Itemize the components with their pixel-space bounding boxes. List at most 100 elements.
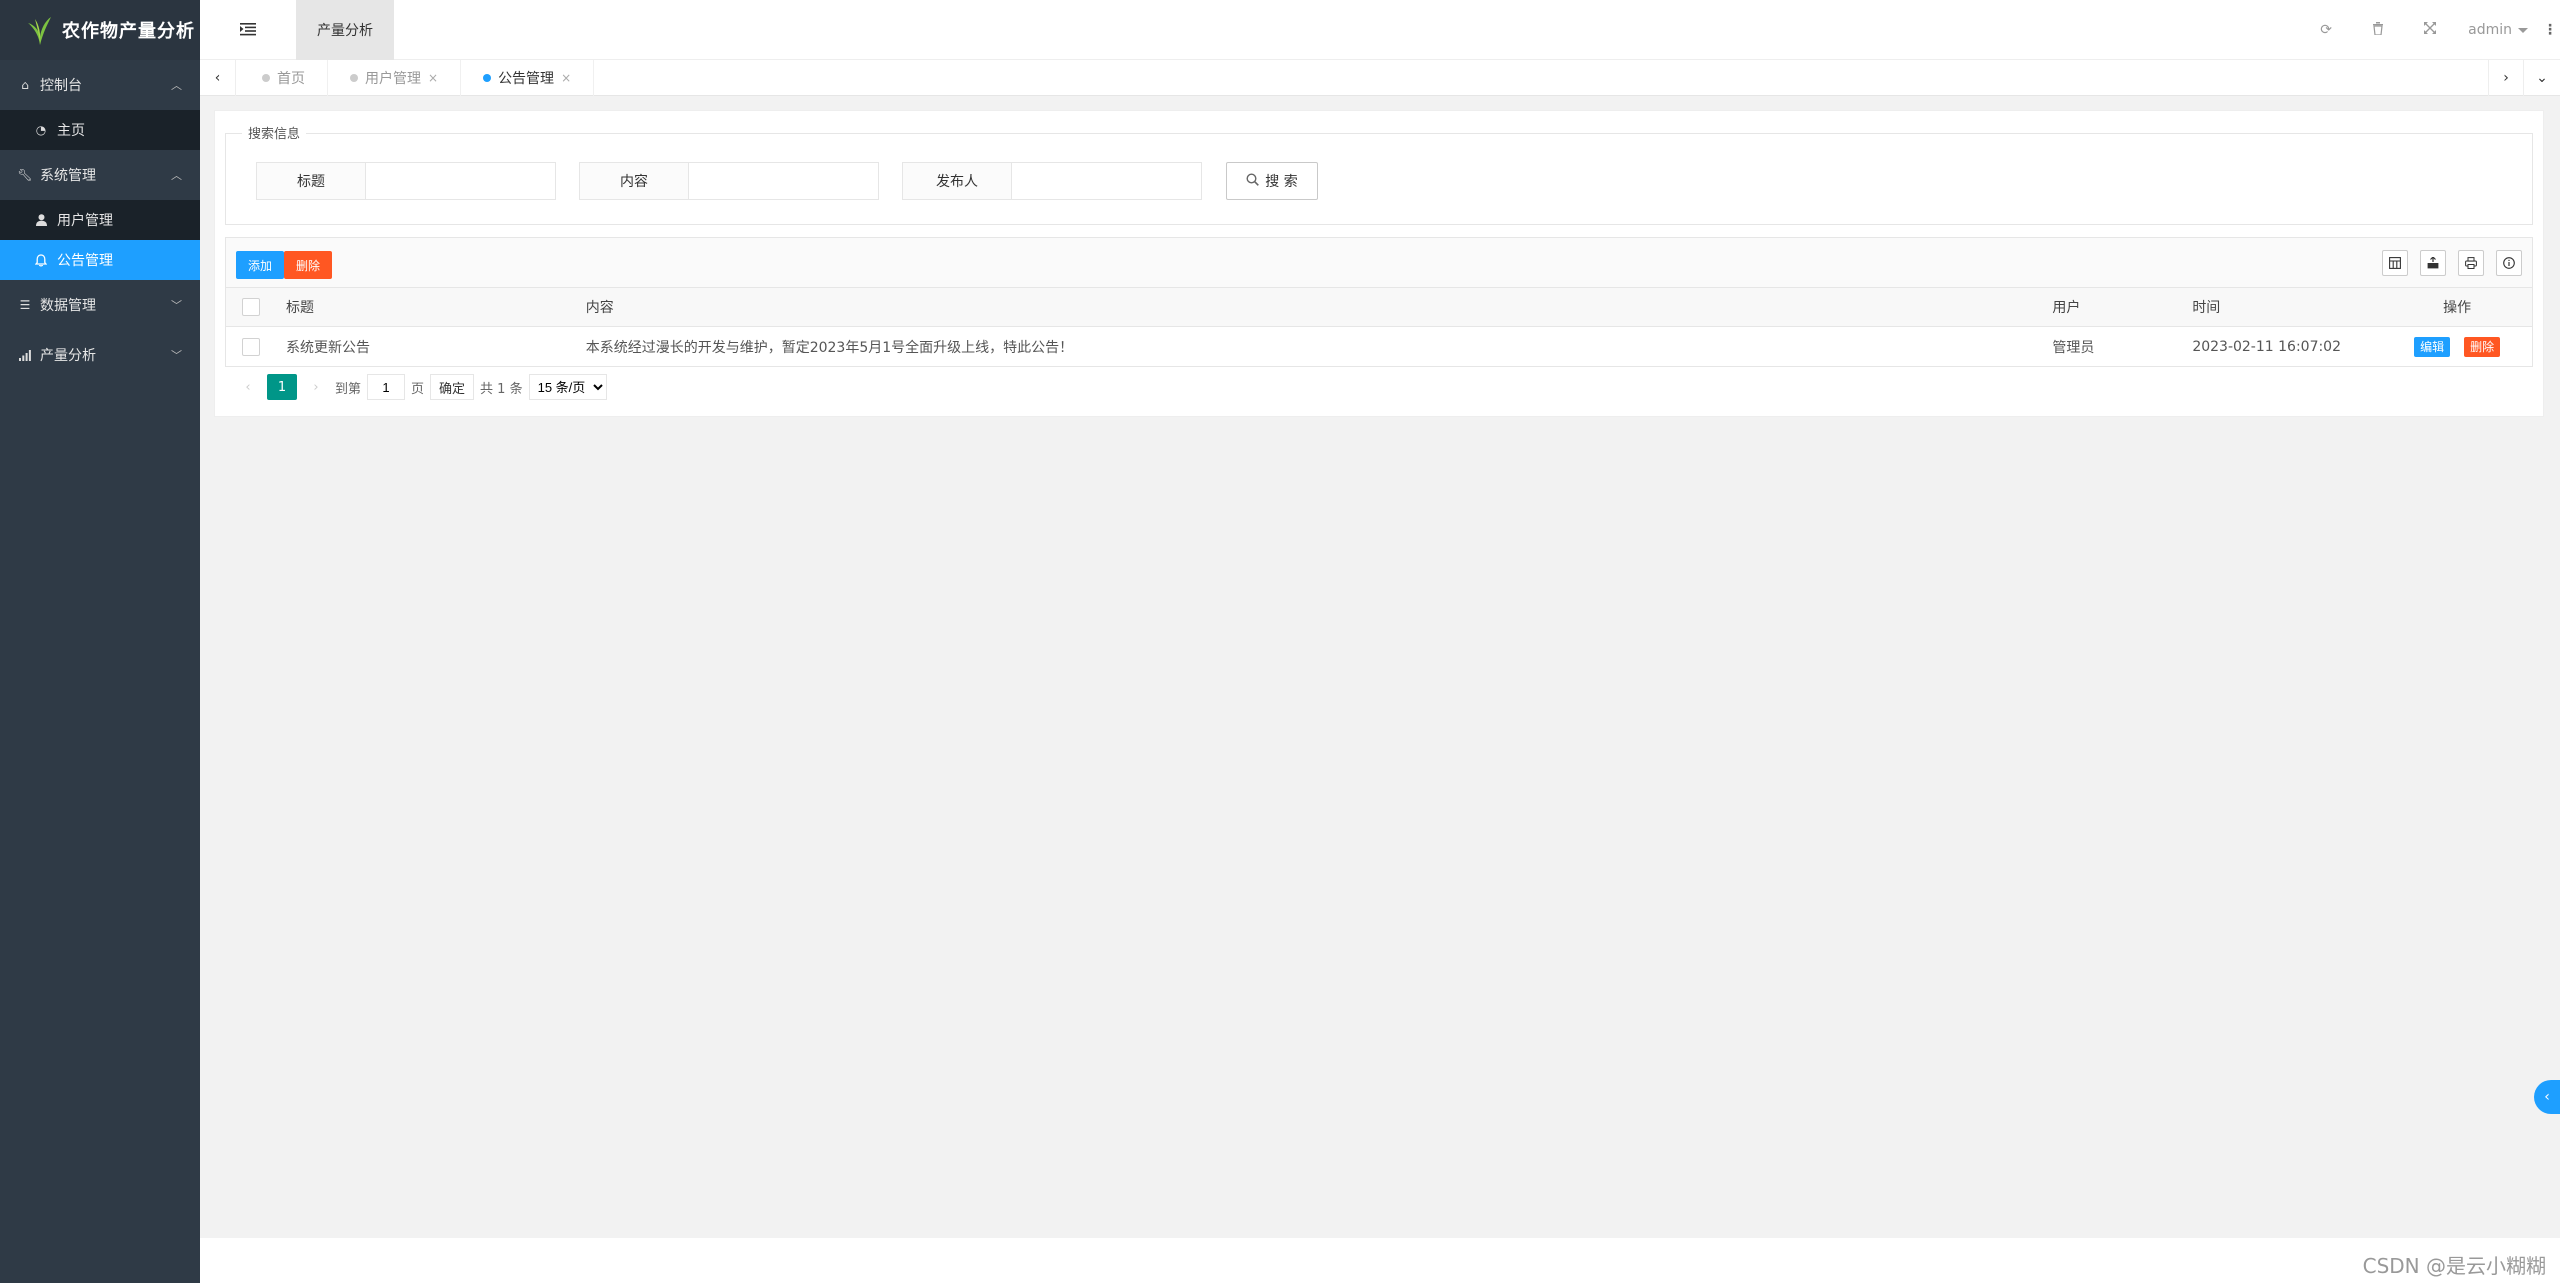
sidebar-group-console[interactable]: ⌂ 控制台 ︿ [0, 60, 200, 110]
cell-content: 本系统经过漫长的开发与维护，暂定2023年5月1号全面升级上线，特此公告！ [585, 339, 1074, 356]
tab-dot [350, 74, 358, 82]
goto-page-input[interactable] [367, 374, 406, 400]
search-field-title: 标题 [256, 162, 556, 200]
tab-home[interactable]: 首页 [240, 60, 328, 96]
page-size-select[interactable]: 15 条/页 [528, 374, 607, 400]
search-label: 标题 [256, 162, 366, 200]
sidebar-item-home[interactable]: ◔ 主页 [0, 110, 200, 150]
tab-label: 首页 [277, 71, 305, 87]
goto-confirm-button[interactable]: 确定 [430, 374, 475, 400]
bell-icon [34, 253, 48, 267]
logo[interactable]: 农作物产量分析 [0, 0, 200, 60]
bar-chart-icon [18, 348, 32, 362]
select-all-checkbox[interactable] [241, 298, 260, 316]
tab-dot [262, 74, 270, 82]
module-tab-analysis[interactable]: 产量分析 [296, 0, 394, 60]
prev-page-icon[interactable]: ‹ [235, 380, 261, 395]
chevron-up-icon: ︿ [171, 79, 182, 92]
tab-dot [483, 74, 492, 82]
chevron-down-icon: ﹀ [171, 299, 182, 312]
notices-table: 标题 内容 用户 时间 操作 系统更新公告 本系统经过漫长的开发与维护，暂定20… [225, 287, 2533, 367]
tabs-menu-chevron-down-icon[interactable]: ⌄ [2524, 60, 2560, 96]
trash-icon[interactable] [2352, 21, 2404, 39]
search-icon [1246, 172, 1260, 190]
sidebar-group-label: 产量分析 [40, 348, 96, 364]
cell-user: 管理员 [2052, 339, 2095, 356]
total-count: 共 1 条 [480, 381, 523, 397]
home-icon: ⌂ [21, 78, 29, 92]
tabs-scroll-left-icon[interactable]: ‹ [200, 60, 236, 96]
table-header-row: 标题 内容 用户 时间 操作 [226, 288, 2532, 327]
watermark: CSDN @是云小糊糊 [2362, 1254, 2546, 1278]
crop-leaf-icon [26, 14, 54, 46]
chevron-down-icon: ﹀ [171, 349, 182, 362]
close-icon[interactable]: × [428, 71, 438, 85]
column-header-actions: 操作 [2443, 300, 2472, 316]
title-input[interactable] [366, 162, 556, 200]
row-delete-button[interactable]: 删除 [2464, 336, 2501, 357]
column-header-content: 内容 [585, 300, 614, 316]
app-title: 农作物产量分析 [62, 21, 195, 42]
tabs-scroll-right-icon[interactable]: › [2488, 60, 2524, 96]
sidebar-group-label: 数据管理 [40, 298, 96, 314]
column-header-title: 标题 [285, 300, 314, 316]
columns-icon[interactable] [2382, 250, 2408, 276]
more-vertical-icon[interactable]: ⋮ [2540, 22, 2560, 38]
edit-button[interactable]: 编辑 [2414, 336, 2451, 357]
menu-toggle-icon[interactable] [240, 22, 256, 36]
tab-label: 公告管理 [498, 71, 555, 87]
user-icon [34, 213, 48, 227]
sidebar-group-label: 控制台 [40, 78, 82, 94]
sidebar-group-system[interactable]: 🔧︎ 系统管理 ︿ [0, 150, 200, 200]
list-icon: ☰ [19, 298, 31, 312]
current-page[interactable]: 1 [267, 374, 297, 400]
sidebar-item-label: 公告管理 [57, 253, 113, 269]
search-field-content: 内容 [579, 162, 879, 200]
pagination: ‹ 1 › 到第 页 确定 共 1 条 15 条/页 [225, 367, 607, 407]
search-legend: 搜索信息 [242, 123, 307, 142]
search-label: 发布人 [902, 162, 1012, 200]
sidebar-item-label: 用户管理 [57, 213, 113, 229]
main-content: 搜索信息 标题 内容 发布人 搜 索 添加 删除 标题 内容 用户 时间 操作 … [214, 110, 2544, 417]
tab-notices[interactable]: 公告管理 × [461, 60, 595, 96]
refresh-icon[interactable]: ⟳ [2300, 22, 2352, 38]
goto-prefix: 到第 [335, 381, 362, 397]
caret-down-icon [2518, 27, 2528, 33]
sidebar-group-data[interactable]: ☰ 数据管理 ﹀ [0, 280, 200, 330]
sidebar-item-label: 主页 [57, 123, 85, 139]
page-tabs-bar: ‹ 首页 用户管理 × 公告管理 × › ⌄ [200, 60, 2560, 96]
sidebar-item-notices[interactable]: 公告管理 [0, 240, 200, 280]
user-menu[interactable]: admin [2456, 22, 2540, 38]
search-panel: 搜索信息 标题 内容 发布人 搜 索 [225, 123, 2533, 225]
cell-title: 系统更新公告 [285, 339, 370, 356]
print-icon[interactable] [2458, 250, 2484, 276]
goto-suffix: 页 [411, 381, 425, 397]
content-input[interactable] [689, 162, 879, 200]
sidebar: 农作物产量分析 ⌂ 控制台 ︿ ◔ 主页 🔧︎ 系统管理 ︿ 用户管理 公告管理 ☰… [0, 0, 200, 1283]
add-button[interactable]: 添加 [236, 251, 285, 279]
delete-button[interactable]: 删除 [284, 251, 333, 279]
fullscreen-icon[interactable] [2404, 22, 2456, 38]
next-page-icon[interactable]: › [303, 380, 329, 395]
search-button[interactable]: 搜 索 [1226, 162, 1318, 200]
info-icon[interactable] [2496, 250, 2522, 276]
top-header: 产量分析 ⟳ admin ⋮ [200, 0, 2560, 60]
side-panel-toggle-chevron-left-icon[interactable]: ‹ [2534, 1080, 2560, 1114]
tab-users[interactable]: 用户管理 × [328, 60, 462, 96]
row-checkbox[interactable] [241, 337, 260, 356]
table-row: 系统更新公告 本系统经过漫长的开发与维护，暂定2023年5月1号全面升级上线，特… [226, 327, 2532, 366]
column-header-time: 时间 [2192, 300, 2221, 316]
search-field-publisher: 发布人 [902, 162, 1202, 200]
column-header-user: 用户 [2052, 300, 2081, 316]
dashboard-icon: ◔ [35, 123, 47, 137]
sidebar-group-analysis[interactable]: 产量分析 ﹀ [0, 330, 200, 380]
sidebar-group-label: 系统管理 [40, 168, 96, 184]
wrench-icon: 🔧︎ [17, 168, 33, 182]
cell-actions: 编辑 删除 [2382, 336, 2532, 357]
sidebar-item-users[interactable]: 用户管理 [0, 200, 200, 240]
close-icon[interactable]: × [561, 71, 571, 85]
publisher-input[interactable] [1012, 162, 1202, 200]
footer: CSDN @是云小糊糊 [200, 1238, 2560, 1283]
export-icon[interactable] [2420, 250, 2446, 276]
search-label: 内容 [579, 162, 689, 200]
